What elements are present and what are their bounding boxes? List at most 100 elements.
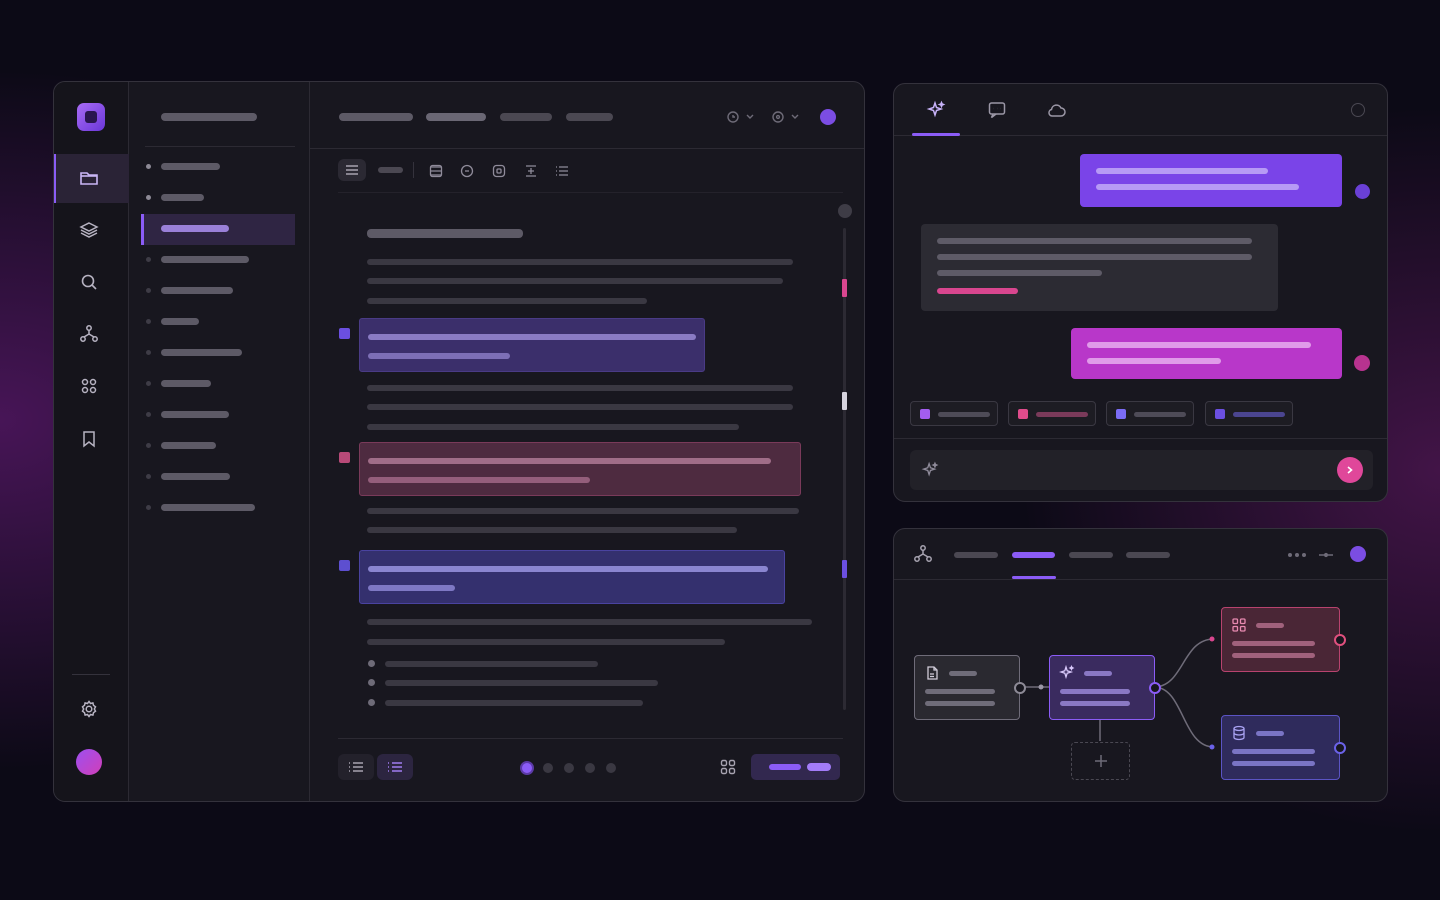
network-icon[interactable] xyxy=(78,323,100,345)
folder-icon[interactable] xyxy=(78,167,100,189)
node-line xyxy=(1060,689,1130,694)
tree-item[interactable] xyxy=(161,287,233,294)
document-icon xyxy=(923,664,941,682)
bookmark-icon[interactable] xyxy=(78,428,100,450)
workflow-panel xyxy=(893,528,1388,802)
chat-tabbar xyxy=(894,84,1387,136)
align-left-icon xyxy=(344,163,360,177)
editor-area xyxy=(310,82,864,801)
workflow-node[interactable] xyxy=(1221,715,1340,780)
node-port[interactable] xyxy=(1014,681,1026,694)
panel-status-ring[interactable] xyxy=(1351,103,1365,117)
cloud-icon[interactable] xyxy=(1045,99,1069,121)
suggestion-chip[interactable] xyxy=(1008,401,1096,426)
page-dot[interactable] xyxy=(564,763,574,773)
node-line xyxy=(1232,749,1315,754)
comment-marker-3[interactable] xyxy=(339,560,350,571)
tree-item[interactable] xyxy=(161,194,204,201)
primary-action-button[interactable] xyxy=(751,754,840,780)
tree-item[interactable] xyxy=(161,442,216,449)
node-port[interactable] xyxy=(1149,681,1161,694)
app-logo-icon[interactable] xyxy=(77,103,105,131)
workflow-node[interactable] xyxy=(914,655,1020,720)
document-line xyxy=(367,298,647,304)
grid-icon[interactable] xyxy=(78,375,100,397)
page-dot[interactable] xyxy=(585,763,595,773)
grid-icon[interactable] xyxy=(718,758,738,776)
tree-bullet xyxy=(146,505,151,510)
avatar[interactable] xyxy=(76,749,102,775)
chat-panel xyxy=(893,83,1388,502)
grid-icon xyxy=(1230,616,1248,634)
scrollbar-track[interactable] xyxy=(843,228,846,710)
page-dot-active[interactable] xyxy=(520,761,534,775)
chat-icon[interactable] xyxy=(985,99,1009,121)
tree-bullet xyxy=(146,412,151,417)
workflow-node[interactable] xyxy=(1221,607,1340,672)
sparkles-icon xyxy=(1058,664,1076,682)
toolbar-dash[interactable] xyxy=(378,167,403,173)
message-assistant-1 xyxy=(921,224,1278,311)
scroll-thumb[interactable] xyxy=(842,392,847,410)
sparkles-icon[interactable] xyxy=(924,99,948,121)
add-node-slot[interactable] xyxy=(1071,742,1130,780)
tab-3[interactable] xyxy=(500,113,552,121)
document-line xyxy=(367,259,793,265)
tree-item[interactable] xyxy=(161,256,249,263)
split-icon[interactable] xyxy=(523,164,539,178)
message-highlight xyxy=(937,288,1018,294)
chip-label xyxy=(938,412,990,417)
list-filter-icon[interactable] xyxy=(428,164,444,178)
clock-dropdown-icon[interactable] xyxy=(726,108,760,126)
database-icon xyxy=(1230,724,1248,742)
tree-item[interactable] xyxy=(161,411,229,418)
document-line xyxy=(367,508,799,514)
node-port[interactable] xyxy=(1334,741,1346,754)
gear-icon[interactable] xyxy=(78,698,100,720)
tree-bullet xyxy=(146,474,151,479)
tab-2[interactable] xyxy=(426,113,486,121)
suggestion-chip[interactable] xyxy=(910,401,998,426)
scroll-top-dot[interactable] xyxy=(838,204,852,218)
square-dot-icon[interactable] xyxy=(491,164,507,178)
list-icon[interactable] xyxy=(554,164,570,178)
node-line xyxy=(925,689,995,694)
tree-item[interactable] xyxy=(161,473,230,480)
suggestion-chip[interactable] xyxy=(1205,401,1293,426)
chip-swatch xyxy=(1116,409,1126,419)
status-dot[interactable] xyxy=(820,109,836,125)
tab-4[interactable] xyxy=(566,113,613,121)
highlight-block-2[interactable] xyxy=(359,442,801,496)
chip-swatch xyxy=(920,409,930,419)
comment-marker-2[interactable] xyxy=(339,452,350,463)
file-tree xyxy=(129,82,310,801)
tree-item[interactable] xyxy=(161,163,220,170)
tree-item[interactable] xyxy=(161,318,199,325)
comment-marker-1[interactable] xyxy=(339,328,350,339)
document-line xyxy=(367,639,725,645)
page-dot[interactable] xyxy=(543,763,553,773)
document-line xyxy=(367,424,739,430)
tree-item[interactable] xyxy=(161,504,255,511)
highlight-block-3[interactable] xyxy=(359,550,785,604)
target-dropdown-icon[interactable] xyxy=(771,108,805,126)
tree-bullet xyxy=(146,257,151,262)
suggestion-chip[interactable] xyxy=(1106,401,1194,426)
layers-icon[interactable] xyxy=(78,219,100,241)
tree-item[interactable] xyxy=(161,349,242,356)
tab-1[interactable] xyxy=(339,113,413,121)
send-button[interactable] xyxy=(1337,457,1363,483)
search-icon[interactable] xyxy=(78,271,100,293)
workflow-node[interactable] xyxy=(1049,655,1155,720)
chat-input[interactable] xyxy=(910,450,1373,490)
tree-item[interactable] xyxy=(161,380,211,387)
page-dot[interactable] xyxy=(606,763,616,773)
node-title xyxy=(1256,623,1284,628)
sparkles-icon xyxy=(919,459,941,481)
badge-icon[interactable] xyxy=(459,164,475,178)
node-port[interactable] xyxy=(1334,633,1346,646)
node-line xyxy=(1232,653,1315,658)
list-bullet xyxy=(368,699,375,706)
highlight-block-1[interactable] xyxy=(359,318,705,372)
chip-label xyxy=(1036,412,1088,417)
